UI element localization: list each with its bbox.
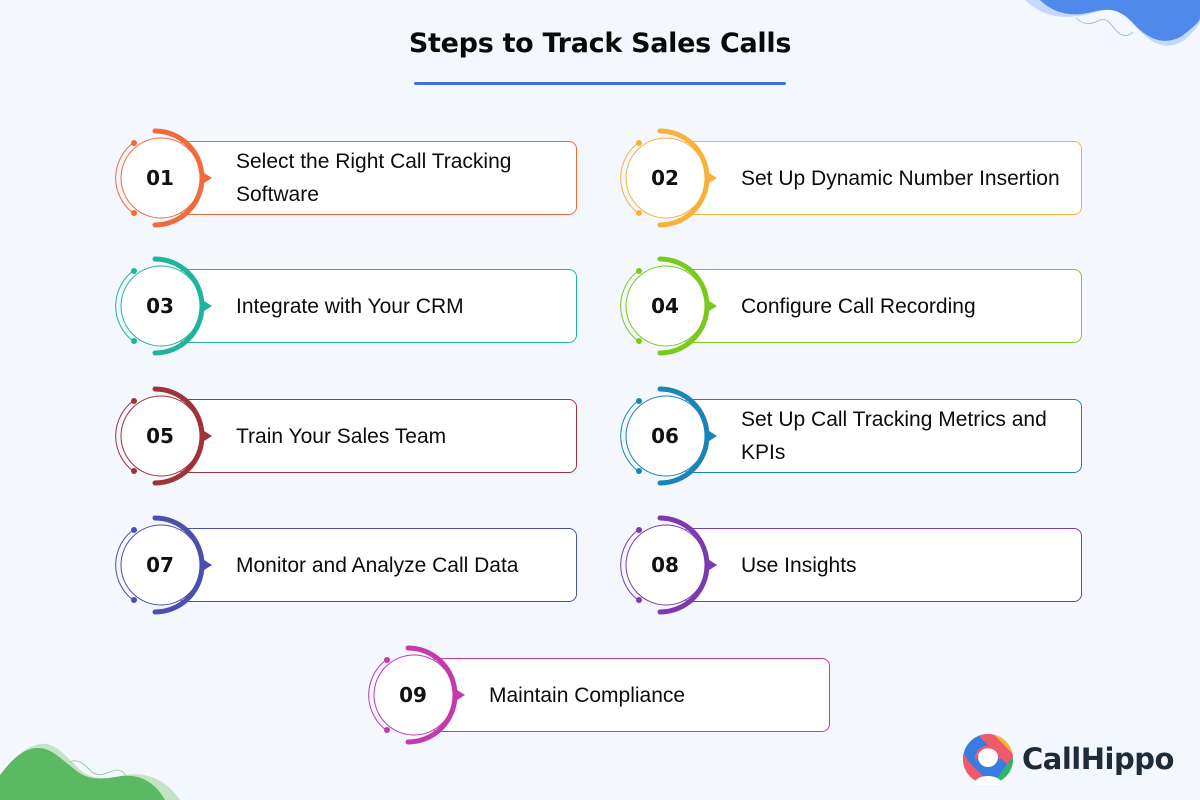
step-number: 03 <box>146 294 174 318</box>
step-number: 06 <box>651 424 679 448</box>
step-card: Select the Right Call Tracking Software <box>177 141 577 215</box>
step-text: Configure Call Recording <box>741 294 976 318</box>
step-card: Integrate with Your CRM <box>177 269 577 343</box>
step-card: Use Insights <box>682 528 1082 602</box>
step-09: Maintain Compliance 09 <box>368 645 838 745</box>
step-text: Select the Right Call Tracking Software <box>236 150 512 206</box>
step-02: Set Up Dynamic Number Insertion 02 <box>620 128 1090 228</box>
step-text: Monitor and Analyze Call Data <box>236 553 519 577</box>
step-card: Maintain Compliance <box>430 658 830 732</box>
step-card: Configure Call Recording <box>682 269 1082 343</box>
step-text: Set Up Dynamic Number Insertion <box>741 166 1060 190</box>
step-04: Configure Call Recording 04 <box>620 256 1090 356</box>
step-card: Train Your Sales Team <box>177 399 577 473</box>
step-number: 01 <box>146 166 174 190</box>
callhippo-logo: CallHippo <box>962 733 1174 785</box>
step-08: Use Insights 08 <box>620 515 1090 615</box>
step-card: Set Up Dynamic Number Insertion <box>682 141 1082 215</box>
step-07: Monitor and Analyze Call Data 07 <box>115 515 585 615</box>
step-05: Train Your Sales Team 05 <box>115 386 585 486</box>
callhippo-headset-logo-icon <box>963 734 1013 785</box>
step-number: 09 <box>399 683 427 707</box>
step-number: 05 <box>146 424 174 448</box>
step-number: 07 <box>146 553 174 577</box>
step-number: 04 <box>651 294 679 318</box>
step-text: Use Insights <box>741 553 857 577</box>
step-number: 02 <box>651 166 679 190</box>
bottom-left-wave-decoration <box>0 743 180 800</box>
step-card: Set Up Call Tracking Metrics and KPIs <box>682 399 1082 473</box>
step-03: Integrate with Your CRM 03 <box>115 256 585 356</box>
step-01: Select the Right Call Tracking Software … <box>115 128 585 228</box>
step-text: Train Your Sales Team <box>236 424 447 448</box>
step-number: 08 <box>651 553 679 577</box>
logo-text: CallHippo <box>1022 742 1174 776</box>
page-title: Steps to Track Sales Calls <box>408 28 792 59</box>
step-text: Maintain Compliance <box>489 683 686 707</box>
step-text: Integrate with Your CRM <box>236 294 464 318</box>
step-card: Monitor and Analyze Call Data <box>177 528 577 602</box>
title-underline <box>414 82 786 85</box>
step-06: Set Up Call Tracking Metrics and KPIs 06 <box>620 386 1090 486</box>
step-text: Set Up Call Tracking Metrics and KPIs <box>741 408 1047 464</box>
